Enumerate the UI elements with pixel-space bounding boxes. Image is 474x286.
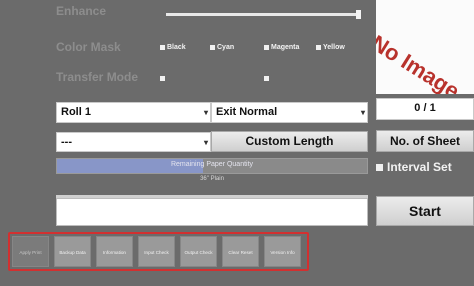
interval-set-checkbox[interactable]: Interval Set: [376, 160, 452, 174]
color-mask-yellow-checkbox[interactable]: Yellow: [316, 44, 345, 51]
length-select[interactable]: --- ▾: [56, 132, 211, 152]
tab-information[interactable]: Information: [96, 236, 133, 267]
color-mask-cyan-checkbox[interactable]: Cyan: [210, 44, 234, 51]
transfer-mode-label: Transfer Mode: [56, 70, 139, 84]
tab-version-info[interactable]: Version Info: [264, 236, 301, 267]
enhance-slider-handle[interactable]: [356, 10, 361, 19]
tab-clear-reset[interactable]: Clear Reset: [222, 236, 259, 267]
interval-set-label: Interval Set: [387, 160, 452, 174]
roll-select[interactable]: Roll 1 ▾: [56, 102, 211, 123]
chevron-down-icon: ▾: [203, 108, 208, 117]
no-of-sheet-button[interactable]: No. of Sheet: [376, 130, 474, 152]
transfer-mode-option-2-radio[interactable]: [264, 76, 269, 81]
checkbox-icon: [376, 163, 383, 171]
tab-backup-data[interactable]: Backup Data: [54, 236, 91, 267]
tab-apply-print[interactable]: Apply Print: [12, 236, 49, 267]
color-mask-magenta-checkbox[interactable]: Magenta: [264, 44, 299, 51]
tab-output-check[interactable]: Output Check: [180, 236, 217, 267]
color-mask-label: Color Mask: [56, 40, 121, 54]
sheet-counter: 0 / 1: [376, 98, 474, 120]
roll-select-value: Roll 1: [61, 106, 91, 118]
message-box: [56, 198, 368, 226]
paper-quantity-label: Remaining Paper Quantity: [170, 161, 254, 168]
paper-quantity-bar: Remaining Paper Quantity: [56, 158, 368, 174]
image-preview: No Image: [376, 0, 474, 94]
custom-length-button[interactable]: Custom Length: [211, 131, 368, 152]
chevron-down-icon: ▾: [360, 108, 365, 117]
tab-input-check[interactable]: Input Check: [138, 236, 175, 267]
no-image-text: No Image: [376, 30, 464, 94]
enhance-slider-track[interactable]: [166, 13, 360, 16]
color-mask-black-checkbox[interactable]: Black: [160, 44, 186, 51]
exit-select[interactable]: Exit Normal ▾: [211, 102, 368, 123]
paper-size-text: 36" Plain: [200, 176, 224, 182]
chevron-down-icon: ▾: [203, 138, 208, 147]
exit-select-value: Exit Normal: [216, 106, 278, 118]
length-select-value: ---: [61, 136, 72, 148]
enhance-label: Enhance: [56, 4, 107, 18]
transfer-mode-option-1-radio[interactable]: [160, 76, 165, 81]
start-button[interactable]: Start: [376, 196, 474, 226]
